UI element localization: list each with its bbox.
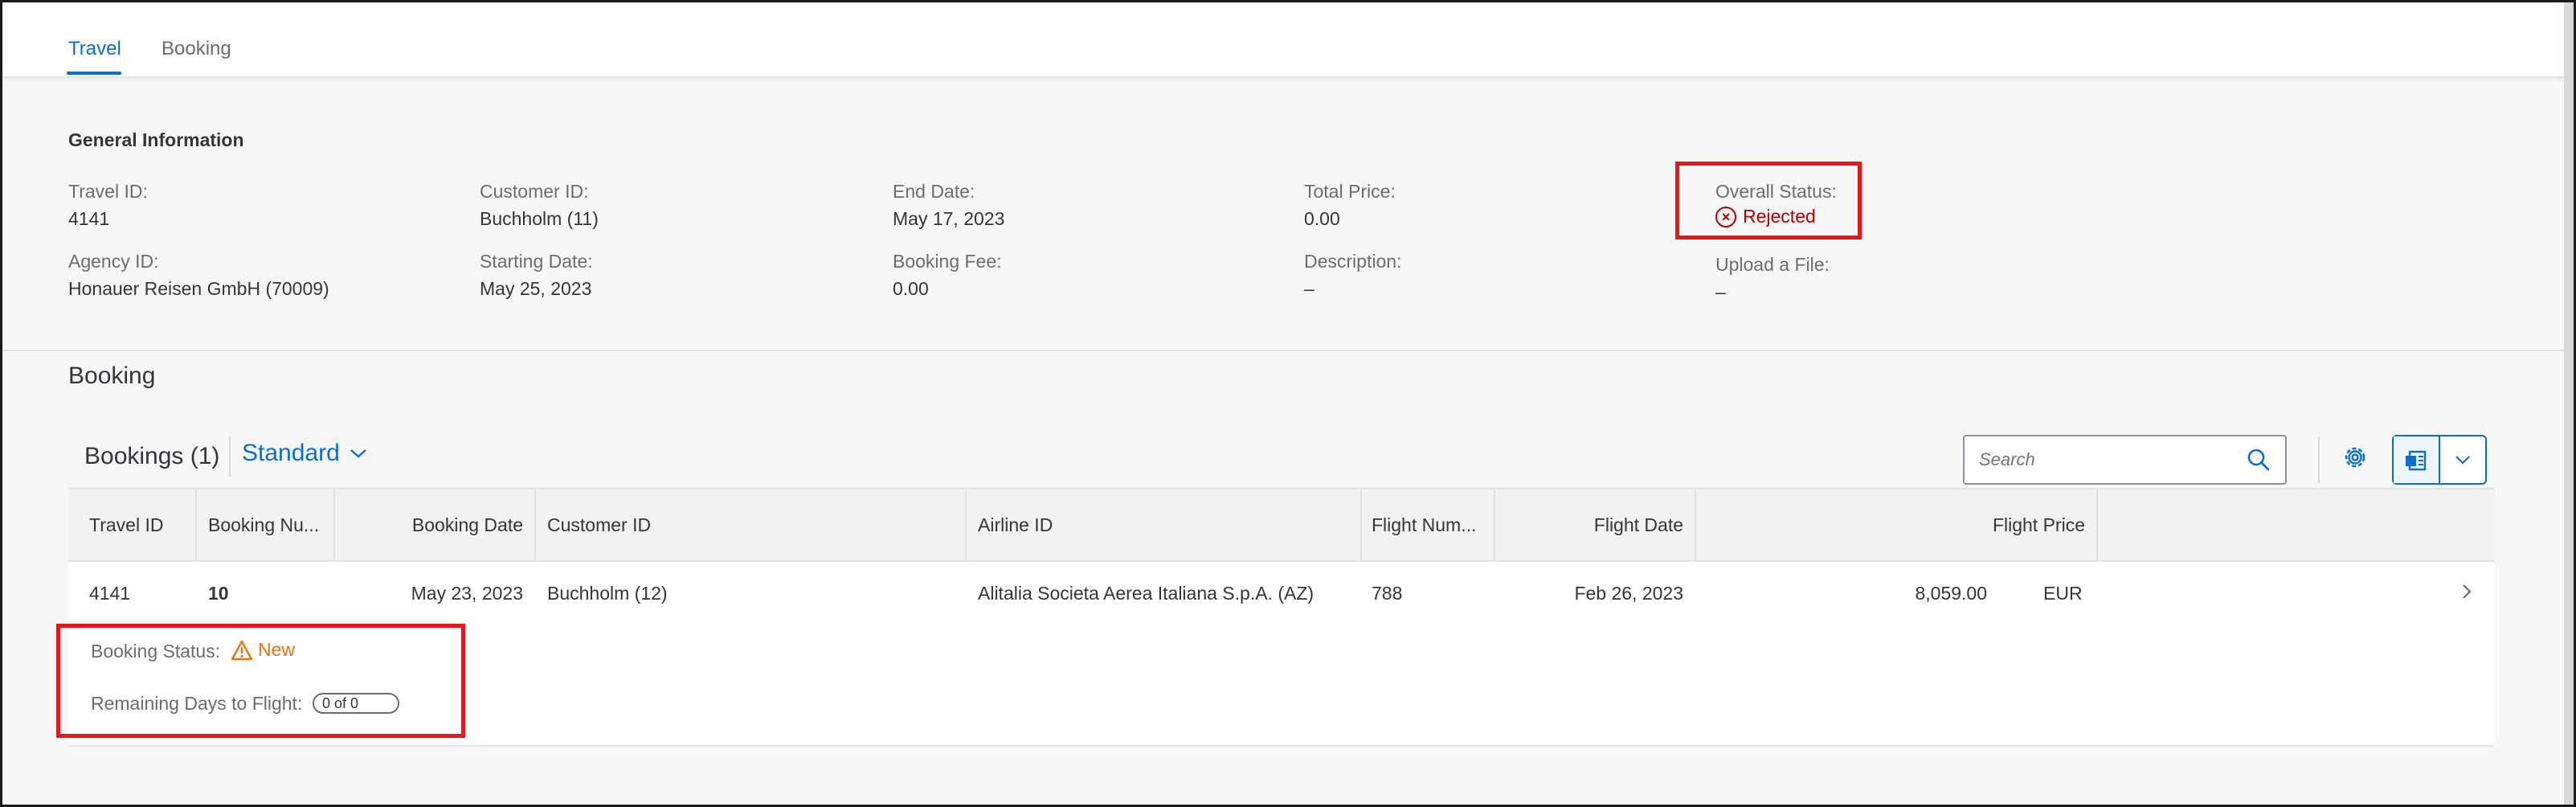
variant-selector[interactable]: Standard	[242, 440, 367, 467]
tab-booking[interactable]: Booking	[162, 38, 231, 60]
cell-booking-number: 10	[208, 583, 229, 604]
toolbar-separator-2	[2318, 436, 2320, 483]
chevron-down-icon	[350, 449, 366, 458]
active-tab-indicator	[67, 72, 121, 75]
column-header-flight-date[interactable]: Flight Date	[1494, 490, 1683, 560]
booking-section-heading: Booking	[68, 363, 156, 389]
table-header-row: Travel ID Booking Nu... Booking Date Cus…	[68, 488, 2495, 562]
description-label: Description:	[1304, 251, 1402, 272]
customer-id-label: Customer ID:	[480, 181, 589, 202]
spreadsheet-export-icon	[2406, 450, 2427, 471]
export-button[interactable]	[2392, 435, 2487, 485]
cell-flight-date: Feb 26, 2023	[1574, 583, 1683, 604]
upload-file-value: –	[1715, 281, 1726, 302]
chevron-down-icon	[2455, 456, 2470, 465]
travel-id-value: 4141	[68, 208, 110, 229]
cell-currency: EUR	[2043, 583, 2083, 604]
cell-flight-price: 8,059.00	[1915, 583, 1987, 604]
app-window: Travel Booking General Information Trave…	[0, 0, 2576, 807]
cell-flight-number: 788	[1372, 583, 1403, 604]
bookings-table-title: Bookings (1)	[84, 443, 220, 469]
column-header-booking-date[interactable]: Booking Date	[333, 490, 523, 560]
column-separator[interactable]	[965, 490, 967, 560]
export-main-button[interactable]	[2394, 436, 2440, 483]
search-icon[interactable]	[2247, 448, 2271, 472]
column-separator[interactable]	[2096, 490, 2098, 560]
search-input[interactable]	[1979, 449, 2236, 470]
highlight-box-overall-status	[1675, 162, 1862, 240]
column-header-airline-id[interactable]: Airline ID	[978, 490, 1053, 560]
agency-id-value: Honauer Reisen GmbH (70009)	[68, 278, 329, 299]
section-divider	[2, 350, 2564, 351]
variant-label: Standard	[242, 440, 340, 466]
end-date-value: May 17, 2023	[893, 208, 1005, 229]
tab-bar: Travel Booking	[2, 2, 2564, 78]
toolbar-separator	[229, 436, 231, 477]
column-header-customer-id[interactable]: Customer ID	[547, 490, 651, 560]
column-header-flight-number[interactable]: Flight Num...	[1372, 490, 1476, 560]
highlight-box-booking-details	[56, 624, 465, 738]
general-information-title: General Information	[68, 129, 244, 150]
upload-file-label: Upload a File:	[1715, 254, 1830, 275]
search-field[interactable]	[1963, 435, 2287, 485]
end-date-label: End Date:	[893, 181, 975, 202]
export-dropdown-button[interactable]	[2440, 436, 2485, 483]
column-header-flight-price[interactable]: Flight Price	[1695, 490, 2085, 560]
tab-travel[interactable]: Travel	[68, 38, 121, 60]
column-separator[interactable]	[1360, 490, 1362, 560]
vertical-scrollbar[interactable]	[2564, 2, 2574, 805]
total-price-value: 0.00	[1304, 208, 1340, 229]
description-value: –	[1304, 278, 1315, 299]
booking-fee-value: 0.00	[893, 278, 929, 299]
column-header-booking-number[interactable]: Booking Nu...	[208, 490, 319, 560]
booking-fee-label: Booking Fee:	[893, 251, 1002, 272]
cell-booking-date: May 23, 2023	[411, 583, 523, 604]
customer-id-value: Buchholm (11)	[480, 208, 599, 229]
total-price-label: Total Price:	[1304, 181, 1396, 202]
gear-icon[interactable]	[2341, 443, 2370, 472]
travel-id-label: Travel ID:	[68, 181, 148, 202]
column-header-travel-id[interactable]: Travel ID	[89, 490, 163, 560]
column-separator[interactable]	[195, 490, 197, 560]
cell-airline-id: Alitalia Societa Aerea Italiana S.p.A. (…	[978, 583, 1315, 604]
cell-travel-id: 4141	[89, 583, 131, 604]
agency-id-label: Agency ID:	[68, 251, 159, 272]
chevron-right-icon[interactable]	[2461, 583, 2472, 600]
starting-date-label: Starting Date:	[480, 251, 593, 272]
cell-customer-id: Buchholm (12)	[547, 583, 668, 604]
starting-date-value: May 25, 2023	[480, 278, 592, 299]
column-separator[interactable]	[534, 490, 536, 560]
